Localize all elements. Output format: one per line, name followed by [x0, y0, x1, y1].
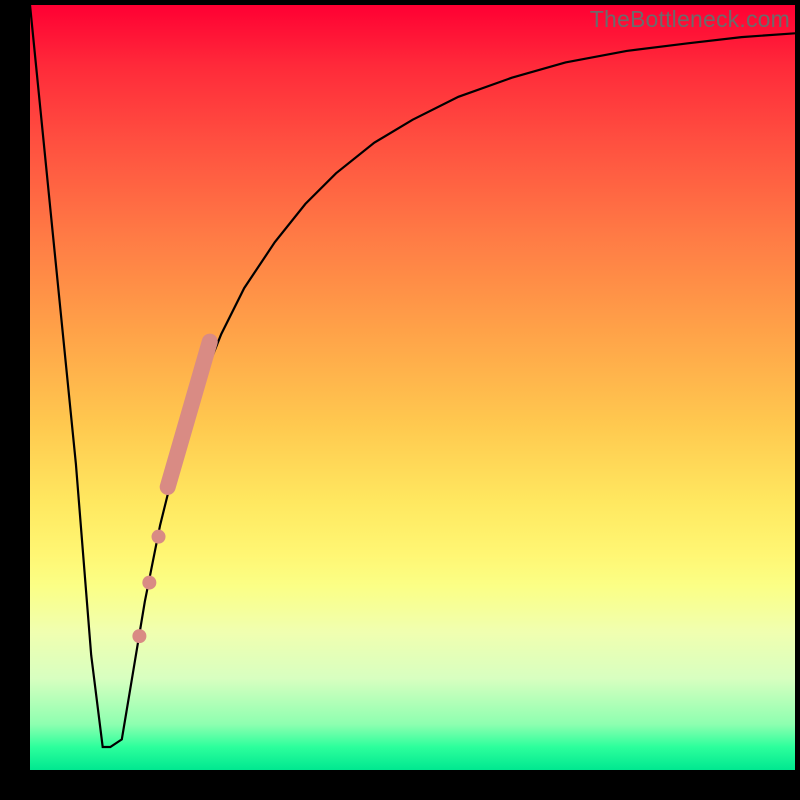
highlight-dot — [152, 530, 166, 544]
chart-container: TheBottleneck.com — [0, 0, 800, 800]
plot-area — [30, 5, 795, 770]
highlight-segment — [168, 342, 210, 487]
chart-svg — [30, 5, 795, 770]
highlight-dot — [142, 576, 156, 590]
highlight-dot — [132, 629, 146, 643]
highlight-overlay — [132, 342, 209, 644]
